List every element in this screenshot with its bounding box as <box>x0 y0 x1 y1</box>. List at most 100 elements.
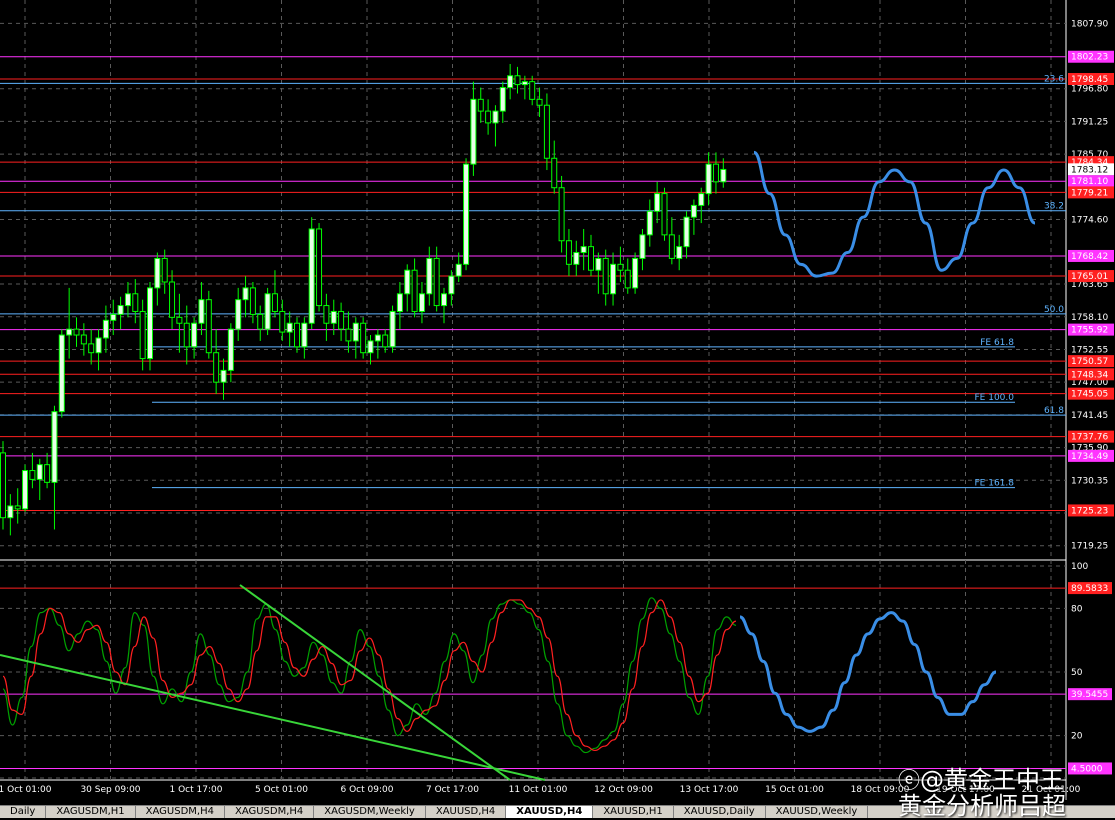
weibo-icon: ⓔ <box>898 769 921 794</box>
chart-canvas[interactable]: 1807.901796.801791.251785.701774.601763.… <box>0 0 1115 817</box>
chart-tab-3[interactable]: XAGUSDM,H4 <box>225 806 315 818</box>
candle-body <box>573 252 580 265</box>
chart-tab-8[interactable]: XAUUSD,Daily <box>674 806 766 818</box>
candle-body <box>543 104 550 159</box>
candle-body <box>698 193 705 206</box>
level-label: 1781.10 <box>1071 177 1108 187</box>
candle-body <box>88 343 95 354</box>
candle-body <box>529 81 536 100</box>
price-tick-label: 1807.90 <box>1071 19 1108 29</box>
candle-body <box>389 310 396 348</box>
time-tick-label: 5 Oct 01:00 <box>255 785 308 795</box>
price-tick-label: 1741.45 <box>1071 411 1108 421</box>
chart-tab-0[interactable]: Daily <box>0 806 47 818</box>
candle-body <box>161 257 168 283</box>
chart-tab-4[interactable]: XAGUSDM,Weekly <box>314 806 426 818</box>
candle-body <box>602 257 609 295</box>
level-label: 1798.45 <box>1071 75 1108 85</box>
candle-body <box>22 470 29 510</box>
candle-body <box>492 110 499 124</box>
candle-body <box>198 299 205 324</box>
candle-body <box>448 275 455 295</box>
candle-body <box>7 505 14 519</box>
price-tick-label: 1730.35 <box>1071 476 1108 486</box>
level-label: 1750.57 <box>1071 357 1108 367</box>
level-label: 1768.42 <box>1071 252 1108 262</box>
candle-body <box>595 257 602 271</box>
watermark: ⓔ@黄金王中王 黄金分析师吕超 <box>898 768 1066 819</box>
candle-body <box>588 246 594 271</box>
candle-body <box>213 352 220 383</box>
level-label: 1734.49 <box>1071 452 1108 462</box>
candle-body <box>286 322 293 333</box>
stoch-level-label: 39.5455 <box>1071 690 1108 700</box>
chart-tab-1[interactable]: XAGUSDM,H1 <box>46 806 136 818</box>
candle-body <box>396 293 403 312</box>
level-label: 1737.76 <box>1071 433 1108 443</box>
candle-body <box>279 310 286 333</box>
candle-body <box>44 464 51 483</box>
time-tick-label: 13 Oct 17:00 <box>680 785 739 795</box>
fe-label: FE 61.8 <box>980 338 1014 348</box>
candle-body <box>66 328 73 336</box>
price-tick-label: 1791.25 <box>1071 117 1108 127</box>
candle-body <box>235 299 242 330</box>
candle-body <box>367 340 374 354</box>
candle-body <box>661 193 668 236</box>
level-label: 1802.23 <box>1071 53 1108 63</box>
time-tick-label: 1 Oct 17:00 <box>170 785 223 795</box>
fib-label: 61.8 <box>1044 406 1064 416</box>
candle-body <box>668 234 675 259</box>
level-label: 1748.34 <box>1071 370 1108 380</box>
candle-body <box>639 234 646 259</box>
stoch-level-label: 89.5833 <box>1071 584 1108 594</box>
candle-body <box>411 269 418 312</box>
candle-body <box>441 293 447 307</box>
candle-body <box>352 322 359 342</box>
candle-body <box>301 322 308 348</box>
candle-body <box>536 98 543 106</box>
time-tick-label: 7 Oct 17:00 <box>426 785 479 795</box>
candle-body <box>712 163 719 183</box>
candle-body <box>507 75 514 89</box>
stoch-tick-label: 50 <box>1071 668 1083 678</box>
chart-tab-7[interactable]: XAUUSD,H1 <box>593 806 674 818</box>
candle-body <box>580 246 587 254</box>
candle-body <box>271 293 278 312</box>
price-tick-label: 1796.80 <box>1071 85 1108 95</box>
candle-body <box>624 269 631 289</box>
candle-body <box>433 257 440 307</box>
candle-body <box>455 263 462 277</box>
time-tick-label: 30 Sep 09:00 <box>80 785 140 795</box>
candle-body <box>132 293 139 312</box>
candle-body <box>426 257 433 295</box>
candle-body <box>646 210 653 236</box>
chart-tab-5[interactable]: XAUUSD,H4 <box>426 806 507 818</box>
time-tick-label: 12 Oct 09:00 <box>594 785 653 795</box>
level-label: 1765.01 <box>1071 272 1108 282</box>
chart-tab-2[interactable]: XAGUSDM,H4 <box>136 806 225 818</box>
candle-body <box>257 313 264 330</box>
candle-body <box>249 287 256 315</box>
candle-body <box>654 193 661 212</box>
candle-body <box>499 87 506 112</box>
candle-body <box>330 310 337 324</box>
level-label: 1745.05 <box>1071 390 1108 400</box>
candle-body <box>264 293 271 330</box>
candle-body <box>0 452 6 519</box>
candle-body <box>632 257 639 289</box>
candle-body <box>29 470 36 480</box>
stoch-tick-label: 80 <box>1071 604 1083 614</box>
candle-body <box>80 334 87 345</box>
fe-label: FE 161.8 <box>975 479 1015 489</box>
time-tick-label: 1 Oct 01:00 <box>0 785 52 795</box>
chart-tab-9[interactable]: XAUUSD,Weekly <box>766 806 869 818</box>
candle-body <box>242 287 249 301</box>
candle-body <box>485 110 492 124</box>
candle-body <box>338 310 345 330</box>
fib-label: 23.6 <box>1044 74 1064 84</box>
price-tick-label: 1719.25 <box>1071 542 1108 552</box>
chart-tab-6[interactable]: XAUUSD,H4 <box>506 806 594 818</box>
fe-label: FE 100.0 <box>975 393 1015 403</box>
candle-body <box>565 240 572 265</box>
